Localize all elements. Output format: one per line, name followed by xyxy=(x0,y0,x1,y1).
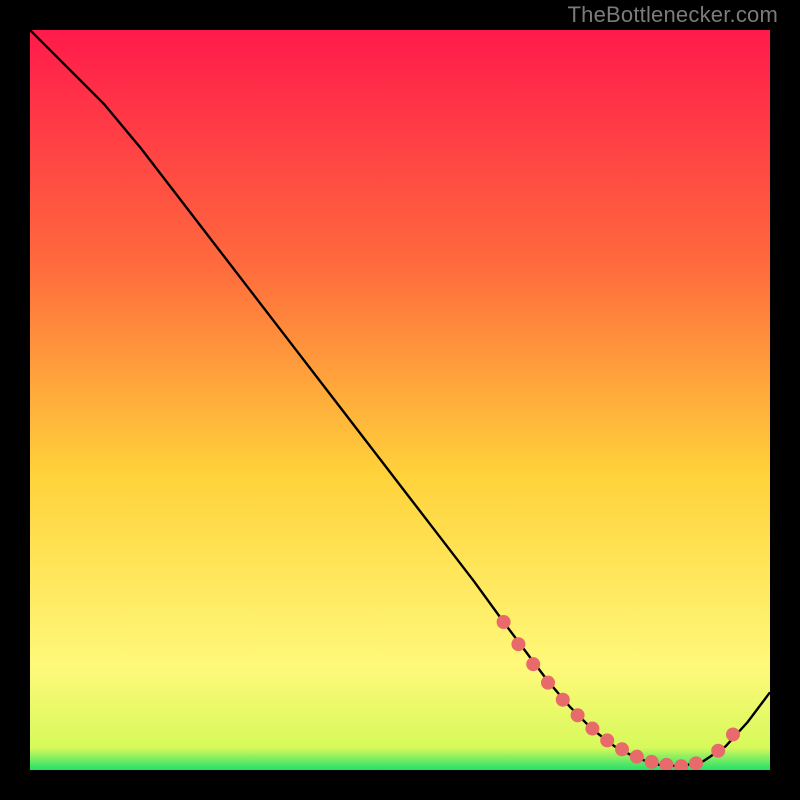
watermark-text: TheBottlenecker.com xyxy=(568,2,778,28)
marker-point xyxy=(690,757,703,770)
marker-point xyxy=(601,734,614,747)
marker-point xyxy=(630,750,643,763)
gradient-background xyxy=(30,30,770,770)
marker-point xyxy=(497,616,510,629)
chart-plot-area xyxy=(30,30,770,770)
marker-point xyxy=(712,744,725,757)
marker-point xyxy=(556,693,569,706)
marker-point xyxy=(542,676,555,689)
marker-point xyxy=(675,760,688,770)
marker-point xyxy=(616,743,629,756)
marker-point xyxy=(660,758,673,770)
chart-frame xyxy=(20,20,780,780)
marker-point xyxy=(727,728,740,741)
chart-svg xyxy=(30,30,770,770)
marker-point xyxy=(512,638,525,651)
marker-point xyxy=(645,755,658,768)
marker-point xyxy=(527,658,540,671)
marker-point xyxy=(571,709,584,722)
marker-point xyxy=(586,722,599,735)
